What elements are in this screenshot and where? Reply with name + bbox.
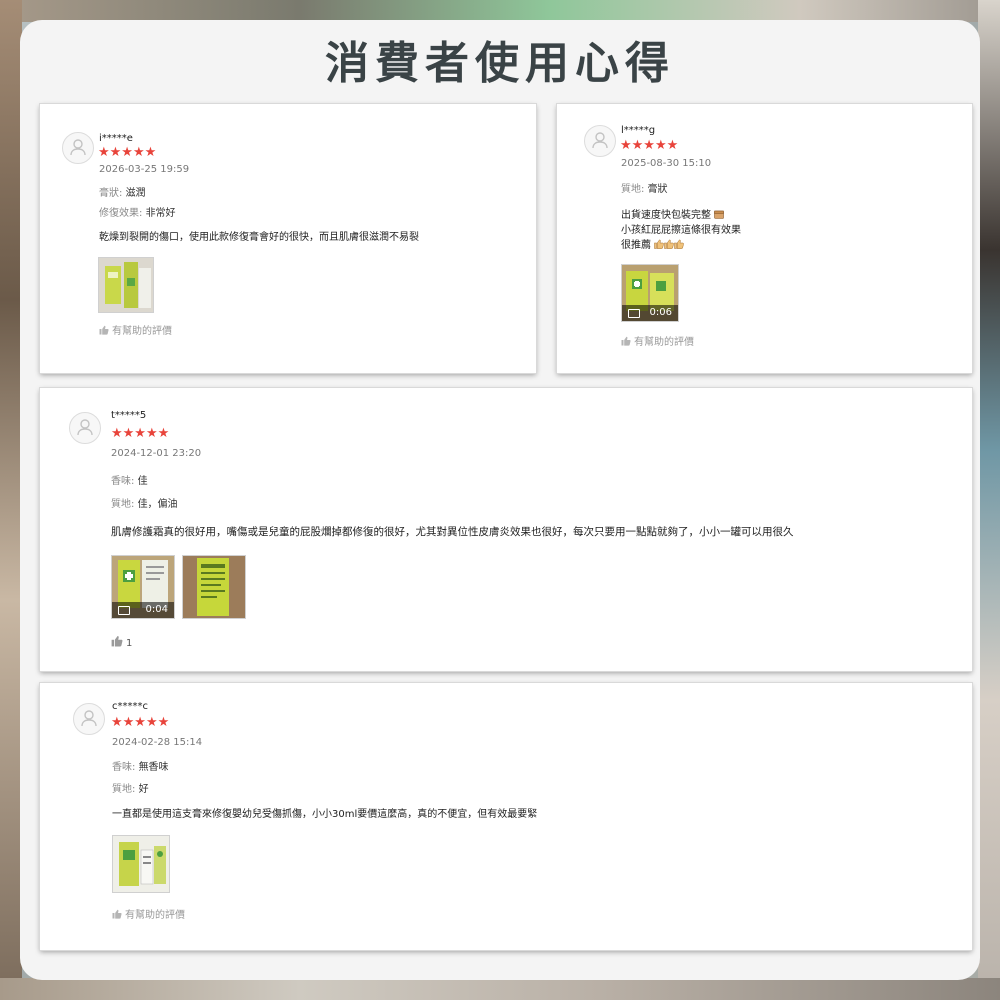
box-emoji-icon xyxy=(714,209,724,219)
attribute-key: 香味: xyxy=(112,762,136,773)
review-attribute: 質地: 好 xyxy=(112,784,149,796)
review-card-1: i*****e ★★★★★ 2026-03-25 19:59 膏狀: 滋潤 修復… xyxy=(40,104,536,373)
review-attribute: 修復效果: 非常好 xyxy=(99,208,176,220)
review-card-2: l*****g ★★★★★ 2025-08-30 15:10 質地: 膏狀 出貨… xyxy=(557,104,972,373)
thumbs-up-emoji-icon xyxy=(664,239,675,249)
reviewer-name: i*****e xyxy=(99,133,133,144)
user-avatar-icon xyxy=(62,132,94,164)
review-attribute: 質地: 膏狀 xyxy=(621,184,668,196)
background-photo-top xyxy=(0,0,1000,22)
attribute-key: 修復效果: xyxy=(99,208,143,219)
attribute-key: 質地: xyxy=(621,184,645,195)
user-avatar-icon xyxy=(69,412,101,444)
review-attribute: 香味: 佳 xyxy=(111,476,148,488)
review-card-4: c*****c ★★★★★ 2024-02-28 15:14 香味: 無香味 質… xyxy=(40,683,972,950)
thumbs-up-icon xyxy=(112,909,122,923)
helpful-button[interactable]: 有幫助的評價 xyxy=(99,325,172,339)
video-duration: 0:04 xyxy=(145,604,168,615)
star-rating: ★★★★★ xyxy=(620,138,679,153)
star-rating: ★★★★★ xyxy=(98,145,157,160)
helpful-button[interactable]: 有幫助的評價 xyxy=(112,909,185,923)
review-comment-line: 很推薦 xyxy=(621,239,685,253)
helpful-button[interactable]: 有幫助的評價 xyxy=(621,336,694,350)
attribute-key: 質地: xyxy=(111,499,135,510)
attribute-value: 滋潤 xyxy=(125,188,146,199)
star-rating: ★★★★★ xyxy=(111,715,170,730)
video-duration: 0:06 xyxy=(649,307,672,318)
review-card-3: t*****5 ★★★★★ 2024-12-01 23:20 香味: 佳 質地:… xyxy=(40,388,972,671)
attribute-value: 非常好 xyxy=(145,208,176,219)
review-video-thumbnail[interactable]: 0:04 xyxy=(111,555,175,619)
attribute-value: 膏狀 xyxy=(647,184,668,195)
background-photo-left xyxy=(0,0,22,1000)
review-date: 2026-03-25 19:59 xyxy=(99,164,190,175)
review-comment: 一直都是使用這支膏來修復嬰幼兒受傷抓傷，小小30ml要價這麼高，真的不便宜，但有… xyxy=(112,809,538,820)
review-comment: 肌膚修護霜真的很好用，嘴傷或是兒童的屁股爛掉都修復的很好，尤其對異位性皮膚炎效果… xyxy=(111,526,794,538)
thumbs-up-icon xyxy=(99,325,109,339)
helpful-label: 有幫助的評價 xyxy=(634,337,694,348)
review-comment-line: 出貨速度快包裝完整 xyxy=(621,209,724,223)
video-duration-bar: 0:06 xyxy=(622,305,678,321)
helpful-button[interactable]: 1 xyxy=(111,635,132,651)
attribute-key: 香味: xyxy=(111,476,135,487)
background-photo-bottom xyxy=(0,978,1000,1000)
review-comment-line: 小孩紅屁屁擦這條很有效果 xyxy=(621,225,741,236)
background-photo-right xyxy=(978,0,1000,1000)
review-attribute: 質地: 佳，偏油 xyxy=(111,499,178,511)
attribute-value: 無香味 xyxy=(138,762,169,773)
review-comment: 乾燥到裂開的傷口，使用此款修復膏會好的很快，而且肌膚很滋潤不易裂 xyxy=(99,232,419,243)
review-attribute: 香味: 無香味 xyxy=(112,762,169,774)
video-camera-icon xyxy=(118,606,130,615)
attribute-value: 佳 xyxy=(137,476,148,487)
review-date: 2024-12-01 23:20 xyxy=(111,448,202,459)
thumbs-up-emoji-icon xyxy=(674,239,685,249)
review-photo-thumbnail[interactable] xyxy=(98,257,154,313)
thumbs-up-icon xyxy=(111,635,123,651)
thumbs-up-emoji-icon xyxy=(654,239,665,249)
review-attribute: 膏狀: 滋潤 xyxy=(99,188,146,200)
user-avatar-icon xyxy=(73,703,105,735)
review-video-thumbnail[interactable]: 0:06 xyxy=(621,264,679,322)
helpful-label: 有幫助的評價 xyxy=(125,910,185,921)
attribute-key: 質地: xyxy=(112,784,136,795)
reviewer-name: c*****c xyxy=(112,701,148,712)
reviewer-name: t*****5 xyxy=(111,410,147,421)
star-rating: ★★★★★ xyxy=(111,426,170,441)
review-photo-thumbnail[interactable] xyxy=(112,835,170,893)
helpful-count: 1 xyxy=(126,638,133,649)
video-duration-bar: 0:04 xyxy=(112,602,174,618)
comment-text: 出貨速度快包裝完整 xyxy=(621,210,711,221)
attribute-key: 膏狀: xyxy=(99,188,123,199)
thumbs-up-icon xyxy=(621,336,631,350)
video-camera-icon xyxy=(628,309,640,318)
review-photo-thumbnail[interactable] xyxy=(182,555,246,619)
page-title: 消費者使用心得 xyxy=(325,38,675,89)
user-avatar-icon xyxy=(584,125,616,157)
attribute-value: 佳，偏油 xyxy=(137,499,178,510)
review-date: 2024-02-28 15:14 xyxy=(112,737,203,748)
review-date: 2025-08-30 15:10 xyxy=(621,158,712,169)
reviewer-name: l*****g xyxy=(621,125,656,136)
helpful-label: 有幫助的評價 xyxy=(112,326,172,337)
attribute-value: 好 xyxy=(138,784,149,795)
comment-text: 很推薦 xyxy=(621,240,651,251)
